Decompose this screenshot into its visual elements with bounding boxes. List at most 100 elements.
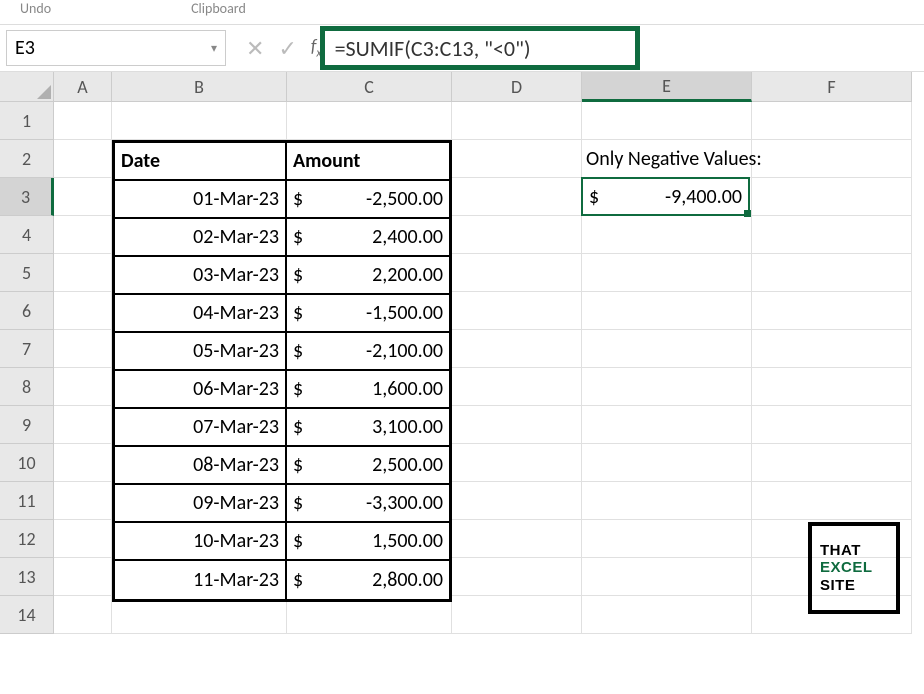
header-amount[interactable]: Amount — [287, 143, 449, 181]
cell[interactable] — [452, 330, 582, 368]
cell-date[interactable]: 06-Mar-23 — [115, 371, 287, 409]
cell[interactable] — [452, 140, 582, 178]
cell[interactable] — [452, 102, 582, 140]
cell[interactable] — [582, 216, 752, 254]
col-header-F[interactable]: F — [752, 72, 912, 102]
cell-date[interactable]: 04-Mar-23 — [115, 295, 287, 333]
row-header-3[interactable]: 3 — [0, 178, 54, 216]
cell[interactable] — [582, 368, 752, 406]
cell[interactable] — [54, 216, 112, 254]
cell[interactable] — [752, 292, 912, 330]
cell-amount[interactable]: $-3,300.00 — [287, 485, 449, 523]
cell-date[interactable]: 01-Mar-23 — [115, 181, 287, 219]
name-box[interactable]: E3 ▾ — [6, 30, 226, 66]
row-header-1[interactable]: 1 — [0, 102, 54, 140]
cell[interactable] — [54, 558, 112, 596]
cell-amount[interactable]: $ 2,800.00 — [287, 561, 449, 599]
row-header-11[interactable]: 11 — [0, 482, 54, 520]
row-header-14[interactable]: 14 — [0, 596, 54, 634]
cell[interactable] — [582, 596, 752, 634]
col-header-D[interactable]: D — [452, 72, 582, 102]
cell[interactable] — [582, 520, 752, 558]
cell[interactable] — [752, 178, 912, 216]
cell[interactable] — [752, 330, 912, 368]
cell-date[interactable]: 08-Mar-23 — [115, 447, 287, 485]
row-header-6[interactable]: 6 — [0, 292, 54, 330]
cell-amount[interactable]: $ 2,400.00 — [287, 219, 449, 257]
cell[interactable] — [582, 482, 752, 520]
cell[interactable] — [752, 216, 912, 254]
cell[interactable] — [452, 406, 582, 444]
cell-amount[interactable]: $ 2,500.00 — [287, 447, 449, 485]
col-header-C[interactable]: C — [287, 72, 452, 102]
row-header-7[interactable]: 7 — [0, 330, 54, 368]
chevron-down-icon[interactable]: ▾ — [211, 41, 217, 56]
cell[interactable] — [54, 102, 112, 140]
cell-amount[interactable]: $-1,500.00 — [287, 295, 449, 333]
cells-area[interactable]: Date Amount 01-Mar-23$-2,500.0002-Mar-23… — [54, 102, 924, 634]
row-header-8[interactable]: 8 — [0, 368, 54, 406]
col-header-B[interactable]: B — [112, 72, 287, 102]
cell[interactable] — [452, 596, 582, 634]
cell[interactable] — [752, 368, 912, 406]
cell[interactable] — [452, 520, 582, 558]
cell-date[interactable]: 07-Mar-23 — [115, 409, 287, 447]
cell[interactable] — [54, 140, 112, 178]
cell[interactable] — [54, 254, 112, 292]
row-header-9[interactable]: 9 — [0, 406, 54, 444]
cell[interactable] — [54, 596, 112, 634]
cell[interactable] — [752, 140, 912, 178]
cell[interactable] — [452, 482, 582, 520]
cell-date[interactable]: 02-Mar-23 — [115, 219, 287, 257]
col-header-A[interactable]: A — [54, 72, 112, 102]
cell-date[interactable]: 05-Mar-23 — [115, 333, 287, 371]
cell[interactable] — [752, 406, 912, 444]
cell[interactable] — [54, 330, 112, 368]
cell-date[interactable]: 03-Mar-23 — [115, 257, 287, 295]
cell[interactable] — [54, 482, 112, 520]
cell[interactable] — [582, 444, 752, 482]
cell-date[interactable]: 09-Mar-23 — [115, 485, 287, 523]
row-header-13[interactable]: 13 — [0, 558, 54, 596]
label-only-negative[interactable]: Only Negative Values: — [582, 140, 766, 178]
col-header-E[interactable]: E — [582, 72, 752, 102]
cell[interactable] — [452, 558, 582, 596]
cell[interactable] — [54, 368, 112, 406]
cell-amount[interactable]: $ 2,200.00 — [287, 257, 449, 295]
select-all-corner[interactable] — [0, 72, 54, 102]
cell[interactable] — [452, 292, 582, 330]
cell[interactable] — [582, 330, 752, 368]
cell[interactable] — [582, 254, 752, 292]
cell-amount[interactable]: $-2,100.00 — [287, 333, 449, 371]
formula-input[interactable]: =SUMIF(C3:C13, "<0") — [320, 26, 640, 70]
cell[interactable] — [112, 102, 287, 140]
row-header-4[interactable]: 4 — [0, 216, 54, 254]
cancel-icon[interactable]: ✕ — [246, 35, 264, 62]
cell-amount[interactable]: $ 1,500.00 — [287, 523, 449, 561]
cell[interactable] — [54, 406, 112, 444]
cell[interactable] — [54, 444, 112, 482]
cell[interactable] — [582, 292, 752, 330]
cell[interactable] — [582, 406, 752, 444]
active-cell-E3[interactable]: $ -9,400.00 — [581, 177, 750, 216]
cell[interactable] — [452, 178, 582, 216]
cell-amount[interactable]: $-2,500.00 — [287, 181, 449, 219]
row-header-5[interactable]: 5 — [0, 254, 54, 292]
cell[interactable] — [452, 254, 582, 292]
row-header-12[interactable]: 12 — [0, 520, 54, 558]
cell-date[interactable]: 10-Mar-23 — [115, 523, 287, 561]
row-header-10[interactable]: 10 — [0, 444, 54, 482]
cell[interactable] — [54, 178, 112, 216]
cell-date[interactable]: 11-Mar-23 — [115, 561, 287, 599]
cell[interactable] — [582, 558, 752, 596]
cell[interactable] — [452, 368, 582, 406]
enter-icon[interactable]: ✓ — [278, 35, 296, 62]
spreadsheet-grid[interactable]: A B C D E F 1234567891011121314 Date Amo… — [0, 72, 924, 634]
cell-amount[interactable]: $ 1,600.00 — [287, 371, 449, 409]
cell[interactable] — [452, 444, 582, 482]
cell[interactable] — [54, 292, 112, 330]
cell[interactable] — [452, 216, 582, 254]
header-date[interactable]: Date — [115, 143, 287, 181]
cell-amount[interactable]: $ 3,100.00 — [287, 409, 449, 447]
cell[interactable] — [582, 102, 752, 140]
